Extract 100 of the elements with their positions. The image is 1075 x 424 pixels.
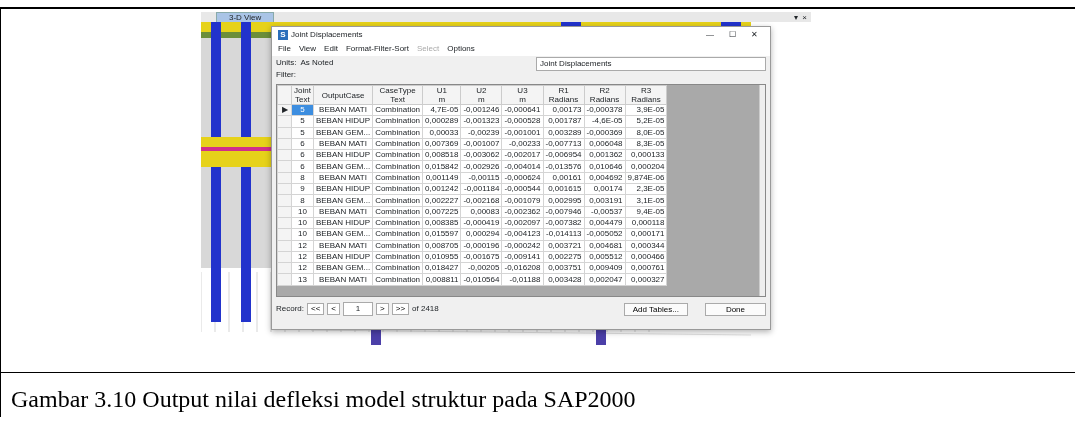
table-cell: 0,007369 [422, 138, 461, 150]
add-tables-button[interactable]: Add Tables... [623, 302, 688, 316]
table-cell: 8,0E-05 [625, 127, 667, 139]
table-cell: 5 [291, 127, 314, 139]
table-cell: 0,015842 [422, 161, 461, 173]
menu-item[interactable]: Options [447, 43, 475, 55]
table-cell: -0,007713 [543, 138, 585, 150]
table-cell: -0,001184 [460, 183, 502, 195]
table-cell: 0,002275 [543, 251, 585, 263]
table-cell: 13 [291, 273, 314, 286]
table-cell: -0,002362 [501, 206, 543, 218]
table-cell: 9,874E-06 [625, 172, 667, 184]
table-cell: BEBAN GEM... [313, 262, 373, 274]
table-cell: -0,007946 [543, 206, 585, 218]
table-cell: 0,000118 [625, 217, 667, 229]
table-cell: -0,002017 [501, 149, 543, 161]
table-cell: 0,004479 [584, 217, 626, 229]
table-cell: 0,002047 [584, 273, 626, 286]
table-cell: -4,6E-05 [584, 115, 626, 128]
done-button[interactable]: Done [704, 302, 766, 316]
table-cell: 5 [291, 104, 314, 116]
table-cell: 0,006048 [584, 138, 626, 150]
table-cell: 0,000204 [625, 161, 667, 173]
table-cell: -0,005052 [584, 228, 626, 241]
table-cell: -0,007382 [543, 217, 585, 229]
table-cell: BEBAN GEM... [313, 161, 373, 173]
table-cell: BEBAN MATI [313, 206, 373, 218]
table-cell: BEBAN HIDUP [313, 183, 373, 195]
table-cell: 0,00174 [584, 183, 626, 195]
table-cell: 0,00033 [422, 127, 461, 139]
table-dropdown[interactable]: Joint Displacements [536, 57, 766, 71]
table-cell: -0,000544 [501, 183, 543, 195]
table-cell: BEBAN MATI [313, 172, 373, 184]
window-control[interactable]: ▾ [794, 13, 799, 22]
window-control[interactable]: ✕ [745, 28, 764, 41]
table-cell: Combination [372, 183, 423, 195]
table-cell: 0,004692 [584, 172, 626, 184]
column-header: U1 m [422, 85, 461, 105]
table-cell: 0,000761 [625, 262, 667, 274]
table-cell: Combination [372, 273, 423, 286]
scrollbar[interactable] [759, 85, 765, 296]
table-cell: -0,00115 [460, 172, 502, 184]
menu-item[interactable]: Edit [324, 43, 338, 55]
table-cell: 3,1E-05 [625, 194, 667, 207]
window-control[interactable]: ☐ [723, 28, 742, 41]
column-header: OutputCase [313, 85, 373, 105]
table-cell: Combination [372, 115, 423, 128]
table-cell: 0,001149 [422, 172, 461, 184]
column-header: R1 Radians [543, 85, 585, 105]
table-cell: -0,000624 [501, 172, 543, 184]
table-cell: 10 [291, 217, 314, 229]
column-header: R3 Radians [625, 85, 667, 105]
table-cell: -0,000641 [501, 104, 543, 116]
table-cell: BEBAN MATI [313, 240, 373, 252]
table-cell: 0,010955 [422, 251, 461, 263]
table-cell: BEBAN HIDUP [313, 149, 373, 161]
table-cell: BEBAN MATI [313, 104, 373, 116]
table-cell: 6 [291, 161, 314, 173]
last-button[interactable]: >> [391, 303, 410, 315]
table-cell: -0,01188 [501, 273, 543, 286]
table-cell: Combination [372, 127, 423, 139]
previous-button[interactable]: < [327, 303, 341, 315]
table-cell: -0,001675 [460, 251, 502, 263]
table-cell: -0,00233 [501, 138, 543, 150]
table-cell: -0,013576 [543, 161, 585, 173]
menu-item[interactable]: File [278, 43, 291, 55]
table-cell: -0,001001 [501, 127, 543, 139]
table-cell: 5,2E-05 [625, 115, 667, 128]
table-cell: 3,9E-05 [625, 104, 667, 116]
table-cell: Combination [372, 138, 423, 150]
units-value: As Noted [300, 57, 334, 69]
table-cell: 0,004681 [584, 240, 626, 252]
first-button[interactable]: << [307, 303, 325, 315]
column-header: R2 Radians [584, 85, 626, 105]
menu-item[interactable]: Format-Filter-Sort [345, 43, 409, 55]
table-cell: -0,001079 [501, 194, 543, 207]
table-cell: 0,010646 [584, 161, 626, 173]
row-selector[interactable]: ▶ [277, 104, 292, 116]
table-cell: 0,000294 [460, 228, 502, 241]
table-cell: 12 [291, 251, 314, 263]
record-field[interactable]: 1 [343, 302, 374, 316]
table-cell: BEBAN MATI [313, 273, 373, 286]
window-control[interactable]: × [802, 13, 807, 22]
table-cell: Combination [372, 206, 423, 218]
table-cell: 0,008518 [422, 149, 461, 161]
table-cell: -0,000419 [460, 217, 502, 229]
table-cell: BEBAN GEM... [313, 127, 373, 139]
window-control[interactable]: — [700, 28, 720, 41]
record-count: of 2418 [412, 303, 439, 315]
table-cell: 0,001615 [543, 183, 585, 195]
menu-item[interactable]: View [298, 43, 317, 55]
table-cell: Combination [372, 217, 423, 229]
table-cell: Combination [372, 172, 423, 184]
table-cell: 0,001362 [584, 149, 626, 161]
table-cell: 0,00161 [543, 172, 585, 184]
table-cell: 4,7E-05 [422, 104, 461, 116]
table-cell: 0,001242 [422, 183, 461, 195]
filter-label: Filter: [276, 69, 297, 81]
next-button[interactable]: > [376, 303, 389, 315]
table-cell: 2,3E-05 [625, 183, 667, 195]
